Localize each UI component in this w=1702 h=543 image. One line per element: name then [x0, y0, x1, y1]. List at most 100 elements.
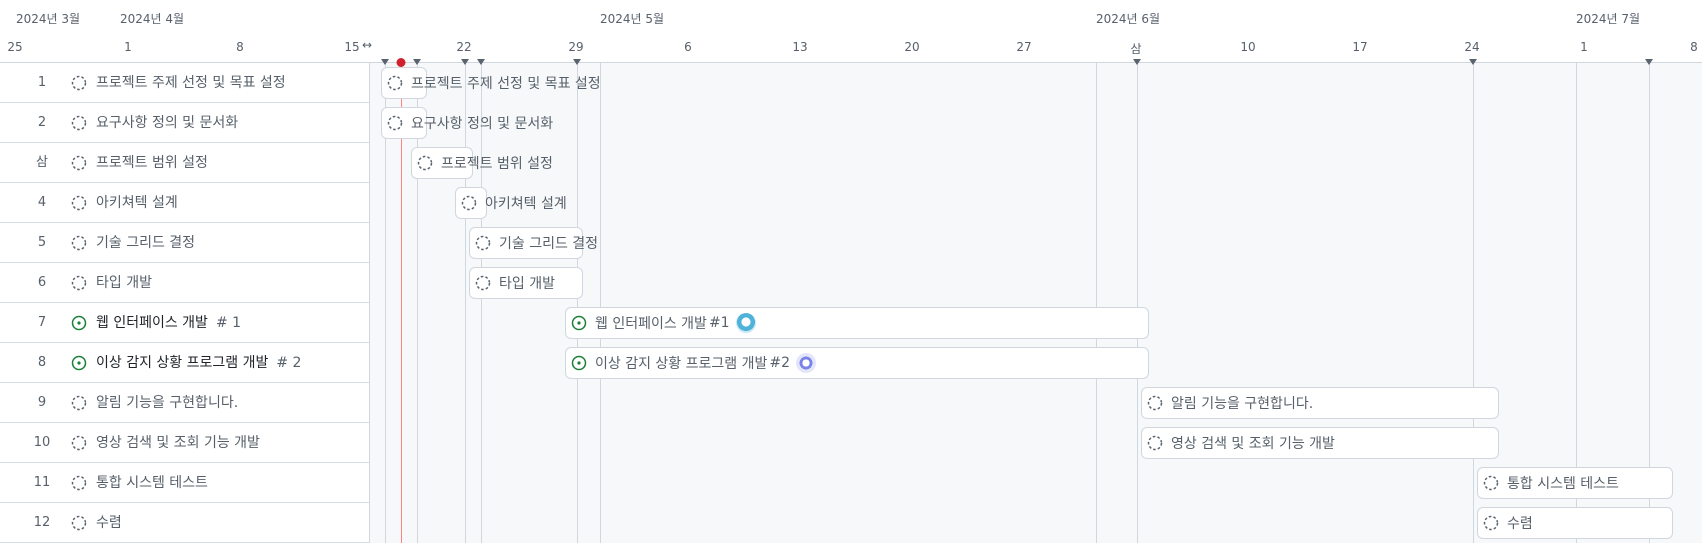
date-tick: 22 [456, 40, 472, 54]
dashed-circle-icon [461, 195, 477, 211]
dashed-circle-icon [475, 235, 491, 251]
bar-label: 타입 개발 [499, 276, 555, 292]
row-title-text: 타입 개발 [96, 275, 152, 291]
table-row[interactable]: 1 프로젝트 주제 선정 및 목표 설정 [0, 63, 369, 103]
table-row[interactable]: 6 타입 개발 [0, 263, 369, 303]
date-tick: 15 [344, 40, 360, 54]
date-marker-icon[interactable] [573, 59, 581, 65]
row-title[interactable]: 프로젝트 주제 선정 및 목표 설정 [96, 63, 286, 103]
month-boundary-line [600, 63, 601, 543]
table-row[interactable]: 삼 프로젝트 범위 설정 [0, 143, 369, 183]
timeline-bar-content: 영상 검색 및 조회 기능 개발 [1147, 427, 1335, 459]
table-row[interactable]: 8 이상 감지 상황 프로그램 개발 # 2 [0, 343, 369, 383]
table-row[interactable]: 7웹 인터페이스 개발 # 1 [0, 303, 369, 343]
dashed-circle-icon [1147, 395, 1163, 411]
date-marker-icon[interactable] [381, 59, 389, 65]
date-marker-icon[interactable] [413, 59, 421, 65]
drag-handle-icon[interactable]: ↔ [362, 38, 372, 52]
dashed-circle-icon [71, 515, 87, 531]
row-title-text: 웹 인터페이스 개발 [96, 315, 208, 331]
date-marker-icon[interactable] [477, 59, 485, 65]
dashed-circle-icon [387, 115, 403, 131]
row-title[interactable]: 알림 기능을 구현합니다. [96, 383, 238, 423]
row-title[interactable]: 타입 개발 [96, 263, 152, 303]
date-tick: 1 [1580, 40, 1588, 54]
date-tick: 8 [236, 40, 244, 54]
timeline-bar-content: 프로젝트 범위 설정 [417, 147, 553, 179]
bar-label: 영상 검색 및 조회 기능 개발 [1171, 436, 1335, 452]
table-row[interactable]: 11 통합 시스템 테스트 [0, 463, 369, 503]
dashed-circle-icon [1483, 515, 1499, 531]
date-tick: 20 [904, 40, 920, 54]
dashed-circle-icon [417, 155, 433, 171]
date-tick: 27 [1016, 40, 1032, 54]
row-title[interactable]: 기술 그리드 결정 [96, 223, 195, 263]
row-title-text: 프로젝트 주제 선정 및 목표 설정 [96, 75, 286, 91]
row-title-text: 프로젝트 범위 설정 [96, 155, 208, 171]
row-title[interactable]: 통합 시스템 테스트 [96, 463, 208, 503]
dashed-circle-icon [387, 75, 403, 91]
table-row[interactable]: 4 아키쳐텍 설계 [0, 183, 369, 223]
month-label: 2024년 5월 [600, 12, 665, 26]
date-tick: 29 [568, 40, 584, 54]
date-marker-icon[interactable] [461, 59, 469, 65]
row-title[interactable]: 웹 인터페이스 개발 # 1 [96, 303, 241, 343]
date-tick: 8 [1690, 40, 1698, 54]
timeline-bar-content: 알림 기능을 구현합니다. [1147, 387, 1313, 419]
row-title[interactable]: 프로젝트 범위 설정 [96, 143, 208, 183]
timeline-bar-content: 통합 시스템 테스트 [1483, 467, 1619, 499]
date-tick: 13 [792, 40, 808, 54]
bar-label: 이상 감지 상황 프로그램 개발 [595, 356, 768, 372]
dashed-circle-icon [71, 155, 87, 171]
row-title-text: 기술 그리드 결정 [96, 235, 196, 251]
issue-number: # 2 [276, 355, 302, 371]
row-title[interactable]: 이상 감지 상황 프로그램 개발 # 2 [96, 343, 301, 383]
timeline-bar-content: 프로젝트 주제 선정 및 목표 설정 [387, 67, 601, 99]
dashed-circle-icon [71, 115, 87, 131]
row-title-text: 수렴 [96, 515, 122, 531]
dashed-circle-icon [71, 275, 87, 291]
date-tick: 1 [124, 40, 132, 54]
today-marker [396, 58, 406, 67]
assignee-avatar[interactable] [796, 353, 817, 373]
table-row[interactable]: 12 수렴 [0, 503, 369, 543]
bar-label: 웹 인터페이스 개발 [595, 316, 707, 332]
row-title-text: 영상 검색 및 조회 기능 개발 [96, 435, 260, 451]
dashed-circle-icon [71, 475, 87, 491]
row-title[interactable]: 아키쳐텍 설계 [96, 183, 178, 223]
date-marker-icon[interactable] [1133, 59, 1141, 65]
date-tick: 삼 [1130, 42, 1142, 56]
table-row[interactable]: 10 영상 검색 및 조회 기능 개발 [0, 423, 369, 463]
bar-label: 요구사항 정의 및 문서화 [411, 116, 554, 132]
timeline-grid: 프로젝트 주제 선정 및 목표 설정요구사항 정의 및 문서화프로젝트 범위 설… [370, 63, 1702, 543]
row-title[interactable]: 영상 검색 및 조회 기능 개발 [96, 423, 260, 463]
timeline-bar-content: 기술 그리드 결정 [475, 227, 598, 259]
item-table: 1 프로젝트 주제 선정 및 목표 설정 2 요구사항 정의 및 문서화 삼 프로젝트 범… [0, 63, 370, 543]
grid-line [1473, 63, 1474, 543]
table-row[interactable]: 9 알림 기능을 구현합니다. [0, 383, 369, 423]
dashed-circle-icon [71, 195, 87, 211]
bar-label: 아키쳐텍 설계 [485, 196, 567, 212]
row-title[interactable]: 요구사항 정의 및 문서화 [96, 103, 238, 143]
timeline-bar-content: 아키쳐텍 설계 [461, 187, 567, 219]
dashed-circle-icon [71, 235, 87, 251]
issue-opened-icon [71, 355, 87, 371]
row-title[interactable]: 수렴 [96, 503, 122, 543]
dashed-circle-icon [1483, 475, 1499, 491]
month-label: 2024년 4월 [120, 12, 185, 26]
date-tick: 24 [1464, 40, 1480, 54]
table-row[interactable]: 2 요구사항 정의 및 문서화 [0, 103, 369, 143]
timeline-bar-content: 타입 개발 [475, 267, 555, 299]
assignee-avatar[interactable] [735, 313, 756, 333]
date-marker-icon[interactable] [1469, 59, 1477, 65]
month-label: 2024년 7월 [1576, 12, 1641, 26]
dashed-circle-icon [71, 435, 87, 451]
bar-label: 프로젝트 주제 선정 및 목표 설정 [411, 76, 601, 92]
bar-issue-number: #2 [769, 355, 791, 371]
grid-line [577, 63, 578, 543]
table-row[interactable]: 5 기술 그리드 결정 [0, 223, 369, 263]
timeline-bar-content: 이상 감지 상황 프로그램 개발 #2 [571, 347, 817, 379]
date-tick: 6 [684, 40, 692, 54]
row-title-text: 이상 감지 상황 프로그램 개발 [96, 355, 269, 371]
date-marker-icon[interactable] [1645, 59, 1653, 65]
